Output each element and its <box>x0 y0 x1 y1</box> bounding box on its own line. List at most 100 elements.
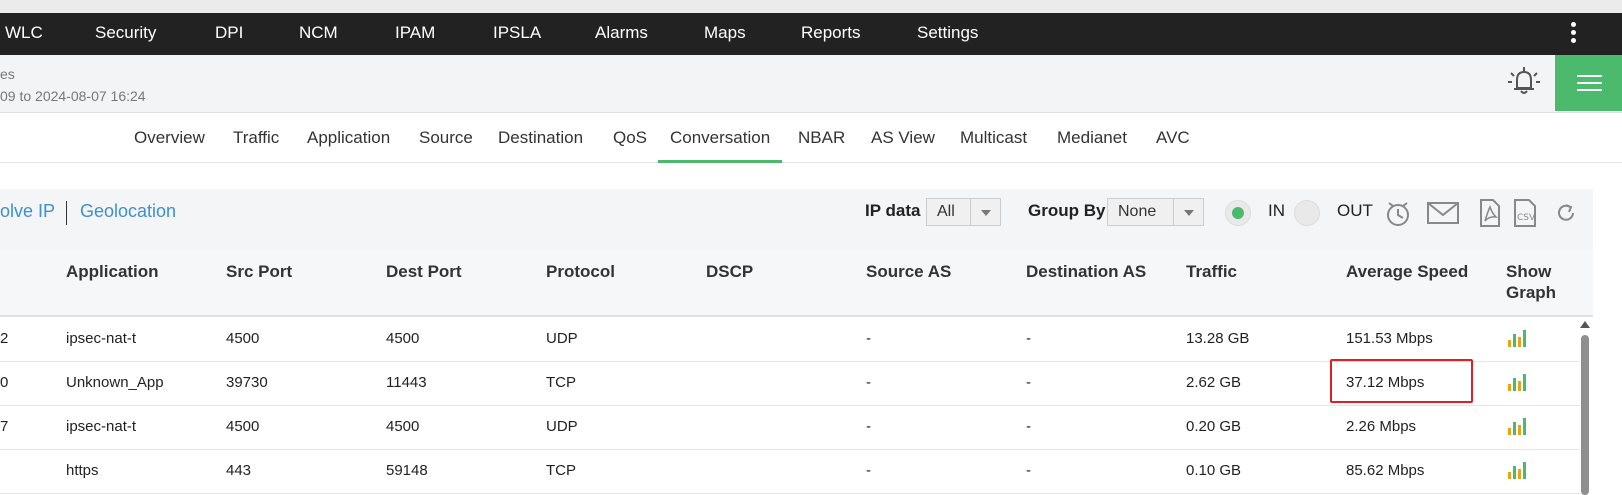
tab-overview[interactable]: Overview <box>134 113 205 163</box>
cell-application: ipsec-nat-t <box>66 418 137 435</box>
col-application[interactable]: Application <box>66 261 159 282</box>
col-traffic[interactable]: Traffic <box>1186 261 1237 282</box>
schedule-icon[interactable] <box>1381 197 1415 229</box>
svg-text:CSV: CSV <box>1517 213 1536 223</box>
col-destination-as[interactable]: Destination AS <box>1026 261 1146 282</box>
tab-multicast[interactable]: Multicast <box>960 113 1027 163</box>
time-range: 09 to 2024-08-07 16:24 <box>0 88 146 104</box>
scrollbar-thumb[interactable] <box>1581 335 1589 495</box>
nav-item-settings[interactable]: Settings <box>917 13 978 55</box>
cell-traffic: 2.62 GB <box>1186 374 1242 391</box>
report-header: es 09 to 2024-08-07 16:24 <box>0 55 1622 113</box>
csv-icon[interactable]: CSV <box>1508 197 1542 229</box>
tab-source[interactable]: Source <box>419 113 473 163</box>
col-show-graph: Show Graph <box>1506 261 1556 303</box>
nav-item-reports[interactable]: Reports <box>801 13 861 55</box>
cell-protocol: UDP <box>546 418 578 435</box>
nav-item-maps[interactable]: Maps <box>704 13 746 55</box>
col-dscp[interactable]: DSCP <box>706 261 753 282</box>
table-toolbar: olve IP Geolocation IP data All Group By… <box>0 189 1593 249</box>
cell-destination-as: - <box>1026 330 1031 347</box>
table-row: 2 ipsec-nat-t 4500 4500 UDP - - 13.28 GB… <box>0 318 1580 362</box>
resolve-ip-link[interactable]: olve IP <box>0 201 55 222</box>
tab-as-view[interactable]: AS View <box>871 113 935 163</box>
cell-average-speed: 151.53 Mbps <box>1346 330 1433 347</box>
tab-medianet[interactable]: Medianet <box>1057 113 1127 163</box>
nav-item-ipsla[interactable]: IPSLA <box>493 13 541 55</box>
tab-nbar[interactable]: NBAR <box>798 113 845 163</box>
bell-icon[interactable] <box>1506 63 1542 99</box>
cell-prefix: 2 <box>0 330 9 347</box>
cell-src-port: 39730 <box>226 374 268 391</box>
col-protocol[interactable]: Protocol <box>546 261 615 282</box>
group-by-value: None <box>1118 203 1157 220</box>
col-show-graph-line2: Graph <box>1506 283 1557 302</box>
cell-source-as: - <box>866 330 871 347</box>
top-strip <box>0 0 1622 13</box>
cell-dest-port: 11443 <box>386 374 427 391</box>
divider <box>66 201 67 225</box>
group-by-label: Group By <box>1028 201 1106 220</box>
tab-traffic[interactable]: Traffic <box>233 113 279 163</box>
tab-application[interactable]: Application <box>307 113 390 163</box>
pdf-icon[interactable] <box>1472 197 1506 229</box>
vertical-scrollbar[interactable] <box>1578 321 1592 495</box>
tab-conversation[interactable]: Conversation <box>658 113 783 163</box>
geolocation-link[interactable]: Geolocation <box>80 201 176 222</box>
main-nav: WLC Security DPI NCM IPAM IPSLA Alarms M… <box>0 13 1622 55</box>
col-dest-port[interactable]: Dest Port <box>386 261 462 282</box>
nav-item-security[interactable]: Security <box>95 13 156 55</box>
bar-chart-icon[interactable] <box>1507 372 1527 392</box>
ip-data-label: IP data <box>865 201 921 220</box>
cell-average-speed: 2.26 Mbps <box>1346 418 1417 435</box>
nav-item-ipam[interactable]: IPAM <box>395 13 435 55</box>
bar-chart-icon[interactable] <box>1507 416 1527 436</box>
out-radio[interactable] <box>1294 200 1320 226</box>
in-radio[interactable] <box>1225 200 1251 226</box>
nav-item-ncm[interactable]: NCM <box>299 13 338 55</box>
cell-dest-port: 4500 <box>386 418 420 435</box>
nav-item-alarms[interactable]: Alarms <box>595 13 648 55</box>
refresh-icon[interactable] <box>1550 197 1584 229</box>
cell-application: ipsec-nat-t <box>66 330 137 347</box>
nav-item-dpi[interactable]: DPI <box>215 13 243 55</box>
col-average-speed[interactable]: Average Speed <box>1346 261 1468 282</box>
cell-source-as: - <box>866 418 871 435</box>
tab-avc[interactable]: AVC <box>1156 113 1190 163</box>
cell-dest-port: 4500 <box>386 330 420 347</box>
group-by-select[interactable]: None <box>1107 198 1204 226</box>
cell-application: Unknown_App <box>66 374 164 391</box>
cell-prefix: 0 <box>0 374 9 391</box>
bar-chart-icon[interactable] <box>1507 328 1527 348</box>
tab-qos[interactable]: QoS <box>613 113 647 163</box>
out-label: OUT <box>1337 201 1373 220</box>
scroll-up-icon[interactable] <box>1580 321 1590 328</box>
col-source-as[interactable]: Source AS <box>866 261 951 282</box>
cell-destination-as: - <box>1026 462 1031 479</box>
table-row: 7 ipsec-nat-t 4500 4500 UDP - - 0.20 GB … <box>0 406 1580 450</box>
ip-data-select[interactable]: All <box>926 198 1001 226</box>
bar-chart-icon[interactable] <box>1507 460 1527 480</box>
report-title: es <box>0 66 15 82</box>
cell-application: https <box>66 462 99 479</box>
cell-traffic: 0.10 GB <box>1186 462 1242 479</box>
col-src-port[interactable]: Src Port <box>226 261 292 282</box>
email-icon[interactable] <box>1426 197 1460 229</box>
kebab-menu-icon[interactable] <box>1568 19 1578 49</box>
table-header: Application Src Port Dest Port Protocol … <box>0 249 1593 317</box>
cell-destination-as: - <box>1026 418 1031 435</box>
highlight-box <box>1330 359 1473 403</box>
hamburger-menu-icon[interactable] <box>1555 55 1622 111</box>
cell-source-as: - <box>866 462 871 479</box>
chevron-down-icon <box>970 199 1000 225</box>
nav-item-wlc[interactable]: WLC <box>5 13 43 55</box>
cell-src-port: 443 <box>226 462 252 479</box>
cell-destination-as: - <box>1026 374 1031 391</box>
cell-protocol: UDP <box>546 330 578 347</box>
ip-data-value: All <box>937 203 955 220</box>
col-show-graph-line1: Show <box>1506 262 1552 281</box>
tab-destination[interactable]: Destination <box>498 113 583 163</box>
chevron-down-icon <box>1173 199 1203 225</box>
cell-traffic: 0.20 GB <box>1186 418 1242 435</box>
cell-protocol: TCP <box>546 462 576 479</box>
